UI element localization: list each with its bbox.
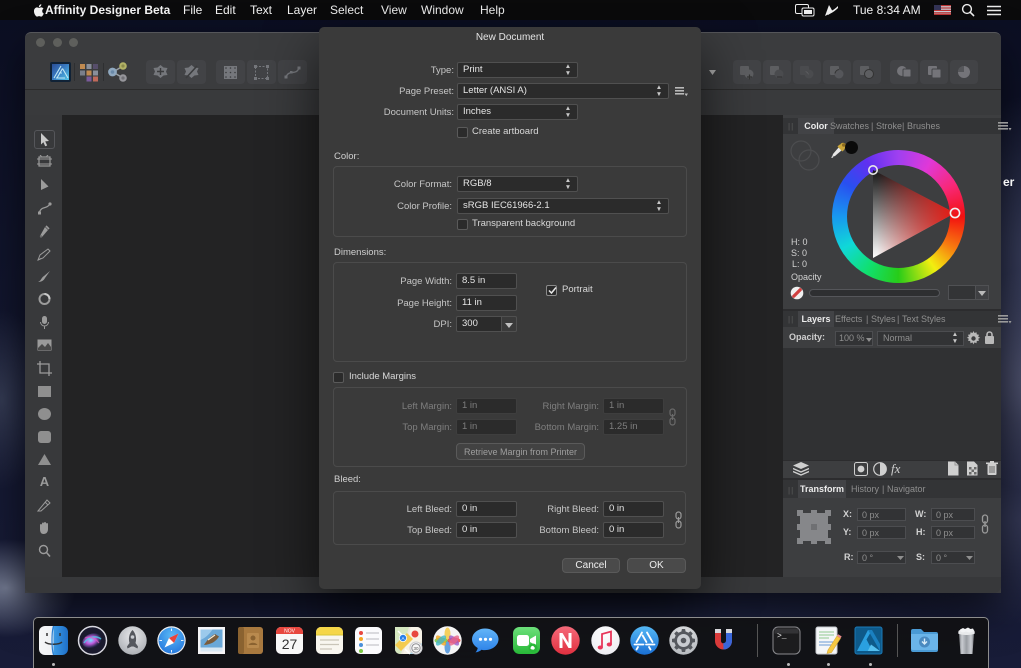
svg-text:NOV: NOV bbox=[284, 629, 296, 635]
svg-text:>_: >_ bbox=[777, 632, 787, 641]
svg-text:30: 30 bbox=[413, 646, 419, 651]
svg-text:A: A bbox=[401, 636, 404, 641]
svg-text:27: 27 bbox=[282, 636, 298, 652]
